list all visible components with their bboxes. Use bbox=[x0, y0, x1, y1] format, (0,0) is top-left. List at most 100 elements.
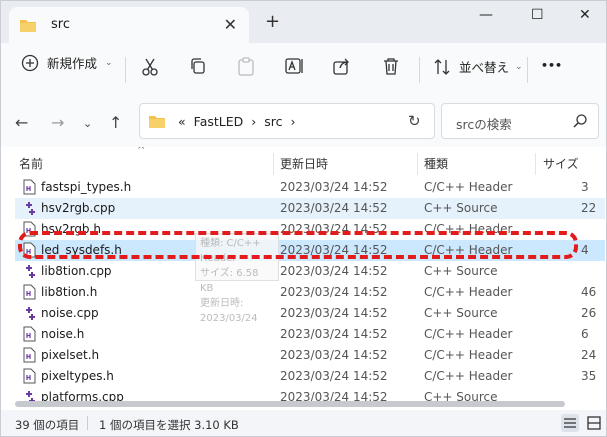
breadcrumb-separator[interactable]: › bbox=[251, 114, 256, 129]
tab-title: src bbox=[51, 17, 70, 32]
refresh-icon[interactable]: ↻ bbox=[408, 112, 421, 130]
search-box[interactable]: srcの検索 bbox=[441, 103, 599, 139]
tab-src[interactable]: src ✕ bbox=[9, 7, 249, 43]
file-name: lib8tion.h bbox=[41, 285, 98, 299]
new-button[interactable]: 新規作成 ⌄ bbox=[21, 53, 113, 72]
tooltip-date: 更新日時: 2023/03/24 bbox=[200, 298, 258, 324]
file-size: 3 bbox=[581, 180, 589, 194]
file-size: 35 bbox=[581, 369, 597, 383]
file-size: 4 bbox=[581, 243, 589, 257]
file-name: fastspi_types.h bbox=[41, 180, 132, 194]
file-type: C++ Source bbox=[424, 201, 498, 215]
cut-button[interactable] bbox=[141, 57, 159, 77]
table-row[interactable]: noise.cpp 2023/03/24 14:52 C++ Source 26 bbox=[15, 303, 605, 324]
divider bbox=[87, 416, 88, 430]
sort-button[interactable]: 並べ替え ⌄ bbox=[433, 57, 523, 76]
breadcrumb-separator[interactable]: › bbox=[291, 114, 296, 129]
selection-info: 1 個の項目を選択 3.10 KB bbox=[99, 418, 239, 432]
clipboard-icon bbox=[237, 57, 255, 77]
forward-arrow-icon[interactable]: → bbox=[51, 113, 64, 132]
close-tab-icon[interactable]: ✕ bbox=[224, 15, 237, 34]
cpp-file-icon bbox=[23, 263, 37, 283]
column-divider[interactable] bbox=[273, 153, 274, 175]
back-arrow-icon[interactable]: ← bbox=[15, 113, 28, 132]
divider bbox=[527, 57, 528, 83]
sort-ascending-icon: ^ bbox=[137, 147, 146, 156]
header-file-icon bbox=[23, 179, 36, 199]
scissors-icon bbox=[141, 57, 159, 77]
details-view-button[interactable] bbox=[561, 414, 579, 432]
file-date: 2023/03/24 14:52 bbox=[280, 369, 388, 383]
file-type: C/C++ Header bbox=[424, 348, 513, 362]
file-type: C/C++ Header bbox=[424, 285, 513, 299]
breadcrumb: « FastLED › src › bbox=[178, 114, 296, 129]
delete-button[interactable] bbox=[383, 57, 399, 75]
folder-icon bbox=[148, 113, 166, 133]
copy-button[interactable] bbox=[189, 57, 207, 75]
table-row[interactable]: pixeltypes.h 2023/03/24 14:52 C/C++ Header… bbox=[15, 366, 605, 387]
rename-icon bbox=[285, 57, 305, 75]
file-name: pixeltypes.h bbox=[41, 369, 114, 383]
title-bar: src ✕ + — ☐ ✕ bbox=[1, 1, 606, 43]
table-row[interactable]: fastspi_types.h 2023/03/24 14:52 C/C++ Hea… bbox=[15, 177, 605, 198]
table-row[interactable]: hsv2rgb.cpp 2023/03/24 14:52 C++ Source 22 bbox=[15, 198, 605, 219]
chevron-down-icon: ⌄ bbox=[515, 61, 523, 72]
more-options-button[interactable]: ••• bbox=[541, 59, 562, 72]
file-date: 2023/03/24 14:52 bbox=[280, 264, 388, 278]
tooltip-size: サイズ: 6.58 KB bbox=[200, 268, 259, 294]
share-button[interactable] bbox=[333, 57, 351, 75]
file-type: C++ Source bbox=[424, 264, 498, 278]
column-header-type[interactable]: 種類 bbox=[424, 155, 448, 172]
up-arrow-icon[interactable]: ↑ bbox=[109, 113, 122, 132]
breadcrumb-src[interactable]: src bbox=[264, 114, 282, 129]
file-type: C/C++ Header bbox=[424, 180, 513, 194]
search-placeholder: srcの検索 bbox=[456, 117, 512, 132]
table-row[interactable]: lib8tion.h 2023/03/24 14:52 C/C++ Header 46 bbox=[15, 282, 605, 303]
rename-button[interactable] bbox=[285, 57, 305, 75]
recent-chevron-icon[interactable]: ⌄ bbox=[83, 117, 92, 130]
breadcrumb-fastled[interactable]: FastLED bbox=[194, 114, 244, 129]
new-tab-button[interactable]: + bbox=[265, 11, 280, 32]
file-date: 2023/03/24 14:52 bbox=[280, 327, 388, 341]
header-file-icon bbox=[23, 284, 36, 304]
cpp-file-icon bbox=[23, 200, 37, 220]
file-type: C++ Source bbox=[424, 306, 498, 320]
status-bar: 39 個の項目 1 個の項目を選択 3.10 KB bbox=[1, 410, 606, 436]
file-size: 22 bbox=[581, 201, 597, 215]
trash-icon bbox=[383, 57, 399, 75]
header-file-icon bbox=[23, 326, 36, 346]
column-divider[interactable] bbox=[417, 153, 418, 175]
tiles-view-button[interactable] bbox=[585, 414, 603, 432]
column-header-name[interactable]: 名前 bbox=[19, 155, 43, 172]
file-type: C/C++ Header bbox=[424, 327, 513, 341]
cpp-file-icon bbox=[23, 305, 37, 325]
close-window-button[interactable]: ✕ bbox=[579, 7, 591, 23]
file-size: 46 bbox=[581, 285, 597, 299]
column-header-size[interactable]: サイズ bbox=[543, 155, 579, 172]
address-bar[interactable]: « FastLED › src › ↻ bbox=[139, 103, 435, 139]
file-size: 24 bbox=[581, 348, 597, 362]
file-size: 6 bbox=[581, 327, 589, 341]
command-bar: 新規作成 ⌄ 並べ替え ⌄ ••• bbox=[1, 43, 606, 96]
maximize-button[interactable]: ☐ bbox=[531, 7, 544, 23]
new-label: 新規作成 bbox=[47, 56, 98, 71]
file-date: 2023/03/24 14:52 bbox=[280, 180, 388, 194]
table-row[interactable]: pixelset.h 2023/03/24 14:52 C/C++ Header 24 bbox=[15, 345, 605, 366]
tiles-view-icon bbox=[587, 416, 601, 430]
table-row[interactable]: noise.h 2023/03/24 14:52 C/C++ Header 6 bbox=[15, 324, 605, 345]
breadcrumb-overflow[interactable]: « bbox=[178, 114, 186, 129]
file-name: noise.cpp bbox=[41, 306, 99, 320]
paste-button[interactable] bbox=[237, 57, 255, 77]
plus-circle-icon bbox=[21, 54, 39, 72]
file-name: hsv2rgb.cpp bbox=[41, 201, 116, 215]
horizontal-scrollbar[interactable] bbox=[15, 401, 565, 407]
column-header-date[interactable]: 更新日時 bbox=[280, 155, 328, 172]
minimize-button[interactable]: — bbox=[479, 7, 493, 23]
table-row[interactable]: lib8tion.cpp 2023/03/24 14:52 C++ Source bbox=[15, 261, 605, 282]
column-divider[interactable] bbox=[535, 153, 536, 175]
folder-icon bbox=[19, 17, 37, 37]
details-view-icon bbox=[564, 418, 576, 428]
file-date: 2023/03/24 14:52 bbox=[280, 201, 388, 215]
file-type: C/C++ Header bbox=[424, 369, 513, 383]
file-date: 2023/03/24 14:52 bbox=[280, 285, 388, 299]
